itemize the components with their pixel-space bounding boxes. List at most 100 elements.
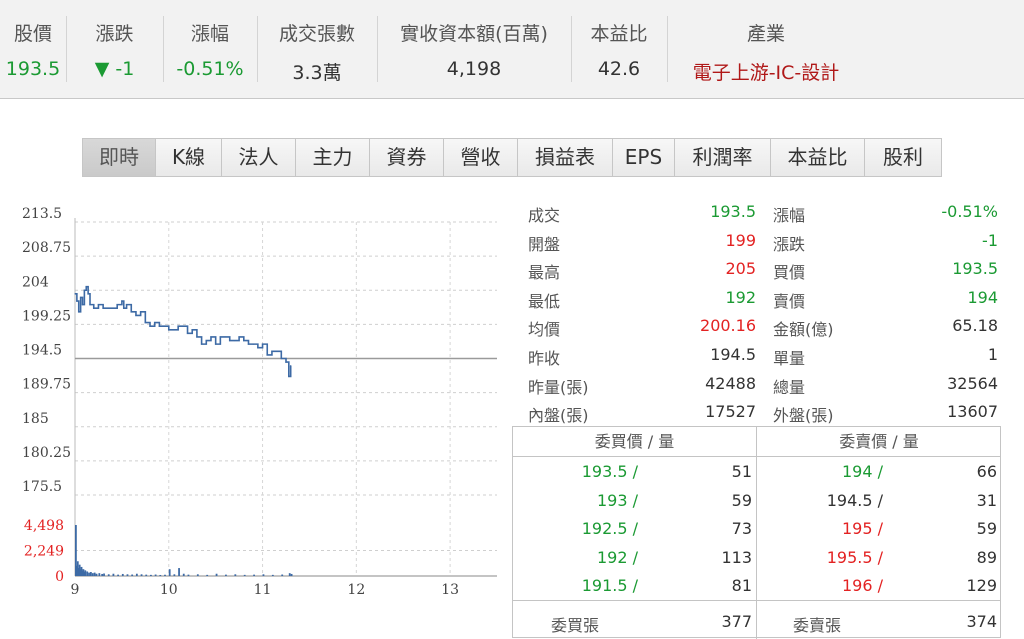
price-point	[85, 286, 87, 288]
quote-row: 昨量(張) 42488 總量 32564	[528, 370, 1002, 399]
price-point	[215, 343, 217, 345]
bid-qty: 113	[721, 547, 752, 567]
price-point	[243, 339, 245, 342]
quote-table: 成交 193.5 漲幅 -0.51% 開盤 199 漲跌 -1 最高 205 買…	[528, 198, 1002, 427]
summary-industry: 產業 電子上游-IC-設計	[667, 0, 865, 99]
volume-bar	[126, 574, 129, 576]
quote-label: 成交	[528, 206, 561, 225]
price-point	[121, 300, 123, 302]
price-point	[76, 300, 78, 302]
bid-header: 委買價 / 量	[513, 427, 756, 457]
time-tick-label: 11	[254, 582, 272, 598]
quote-row: 最低 192 賣價 194	[528, 284, 1002, 313]
ask-price: 194 /	[841, 462, 883, 481]
tab-profit-margin[interactable]: 利潤率	[675, 139, 771, 176]
quote-value: 32564	[947, 373, 998, 393]
price-point	[210, 336, 212, 338]
quote-value: 1	[987, 344, 998, 364]
volume-bar	[90, 572, 92, 576]
tab-institutional[interactable]: 法人	[222, 139, 296, 176]
volume-bar	[164, 574, 166, 576]
quote-row: 成交 193.5 漲幅 -0.51%	[528, 198, 1002, 227]
volume-bar	[187, 574, 190, 576]
bid-price: 193 /	[596, 490, 638, 510]
bid-price: 192 /	[596, 547, 638, 567]
summary-change-value: ▼ -1	[94, 58, 135, 80]
price-point	[149, 325, 151, 327]
tab-major-players[interactable]: 主力	[296, 139, 370, 176]
volume-bar	[262, 574, 265, 576]
summary-price: 股價 193.5	[0, 0, 66, 99]
quote-value: 193.5	[710, 202, 756, 221]
ask-row: 196 / 129	[757, 571, 1001, 600]
price-point	[229, 339, 231, 342]
tab-income-statement[interactable]: 損益表	[518, 139, 613, 176]
price-point	[111, 307, 114, 309]
price-point	[196, 336, 198, 338]
tab-realtime[interactable]: 即時	[83, 139, 156, 176]
summary-change: 漲跌 ▼ -1	[66, 0, 163, 99]
price-tick-label: 189.75	[22, 377, 71, 393]
tab-pe-ratio[interactable]: 本益比	[771, 139, 865, 176]
tab-revenue[interactable]: 營收	[444, 139, 518, 176]
quote-label: 最高	[528, 263, 561, 283]
summary-change-label: 漲跌	[95, 23, 134, 45]
price-point	[288, 375, 290, 378]
volume-bar	[290, 573, 293, 576]
price-point	[247, 343, 250, 345]
tab-dividend[interactable]: 股利	[865, 139, 941, 176]
volume-bar	[86, 571, 89, 576]
quote-value: 17527	[705, 402, 756, 422]
price-point	[186, 332, 189, 334]
volume-bar	[93, 572, 96, 576]
volume-bar	[281, 574, 284, 576]
time-axis-labels: 9 10 11 12 13	[71, 582, 459, 598]
volume-bar	[288, 573, 291, 576]
volume-bar	[135, 573, 138, 576]
bid-price: 192.5 /	[581, 519, 638, 539]
bid-row: 193 / 59	[513, 486, 756, 515]
summary-change-pct-label: 漲幅	[190, 23, 229, 45]
time-tick-label: 12	[347, 582, 365, 598]
ask-qty: 59	[976, 519, 997, 539]
price-point	[130, 311, 132, 313]
volume-tick-label: 4,498	[24, 518, 64, 534]
summary-capital: 實收資本額(百萬) 4,198	[377, 0, 571, 99]
volume-axis-labels: 4,498 2,249 0	[24, 518, 64, 585]
volume-bar	[182, 573, 185, 576]
price-point	[87, 293, 89, 295]
summary-capital-value: 4,198	[446, 58, 502, 80]
ask-row: 194 / 66	[757, 457, 1001, 486]
price-point	[74, 293, 76, 295]
price-point	[89, 304, 91, 306]
volume-bar	[131, 574, 134, 576]
price-point	[81, 304, 84, 306]
ask-side: 委賣價 / 量 194 / 66 194.5 / 31 195 / 59 195…	[757, 427, 1001, 639]
price-point	[191, 329, 193, 331]
summary-volume-value: 3.3萬	[292, 62, 342, 84]
bid-total-label: 委買張	[551, 616, 600, 635]
tab-margin[interactable]: 資券	[370, 139, 444, 176]
price-point	[276, 350, 278, 352]
summary-industry-label: 產業	[746, 23, 785, 45]
bid-qty: 81	[731, 576, 752, 596]
intraday-chart: 213.5 208.75 204 199.25 194.5 189.75 185 180.25…	[22, 206, 497, 598]
tab-kline[interactable]: K線	[156, 139, 222, 176]
summary-change-pct: 漲幅 -0.51%	[163, 0, 257, 99]
summary-pe-label: 本益比	[590, 23, 648, 45]
summary-industry-link[interactable]: 電子上游-IC-設計	[667, 58, 865, 85]
quote-label: 昨量(張)	[528, 377, 589, 397]
volume-tick-label: 2,249	[24, 544, 64, 560]
quote-label: 賣價	[773, 291, 806, 311]
price-point	[172, 329, 175, 331]
price-tick-label: 213.5	[22, 206, 62, 222]
volume-bar	[206, 574, 209, 576]
volume-bar	[154, 574, 157, 576]
quote-value: 13607	[947, 402, 998, 422]
tab-eps[interactable]: EPS	[613, 139, 675, 176]
price-point	[102, 307, 104, 309]
volume-bar	[98, 573, 101, 576]
volume-bar	[234, 574, 237, 576]
quote-value: 199	[725, 230, 756, 250]
volume-bar	[159, 574, 162, 576]
